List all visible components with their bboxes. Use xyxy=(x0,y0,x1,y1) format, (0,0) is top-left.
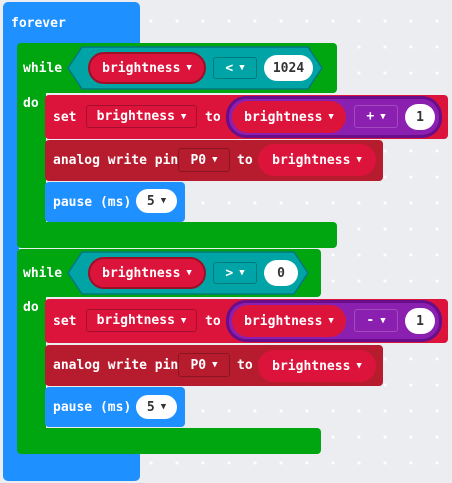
analog-write-label: analog write pin xyxy=(53,153,179,168)
caret-down-icon: ▼ xyxy=(380,111,386,122)
variable-dropdown[interactable]: brightness ▼ xyxy=(86,309,197,332)
operator-dropdown[interactable]: > ▼ xyxy=(213,262,257,284)
caret-down-icon: ▼ xyxy=(356,361,362,371)
do-label: do xyxy=(23,300,39,315)
caret-down-icon: ▼ xyxy=(328,316,334,326)
caret-down-icon: ▼ xyxy=(180,111,187,122)
pause-ms-dropdown[interactable]: 5 ▼ xyxy=(136,189,177,213)
variable-name: brightness xyxy=(96,109,175,124)
operator-symbol: - xyxy=(366,313,375,328)
forever-footer xyxy=(3,452,140,481)
operator-dropdown[interactable]: - ▼ xyxy=(354,309,398,332)
number-input[interactable]: 1024 xyxy=(264,55,313,81)
pause-ms-value: 5 xyxy=(146,399,155,415)
caret-down-icon: ▼ xyxy=(239,268,245,278)
analog-write-label: analog write pin xyxy=(53,358,179,373)
to-label: to xyxy=(205,314,221,329)
operator-symbol: < xyxy=(225,60,234,76)
number-input[interactable]: 1 xyxy=(405,104,435,130)
pause-label: pause (ms) xyxy=(53,400,132,415)
variable-name: brightness xyxy=(272,152,351,168)
variable-name: brightness xyxy=(102,60,181,76)
set-label: set xyxy=(53,110,77,125)
variable-name: brightness xyxy=(244,109,323,125)
variable-dropdown[interactable]: brightness ▼ xyxy=(258,350,376,382)
number-value: 0 xyxy=(277,265,285,281)
number-input[interactable]: 0 xyxy=(264,260,298,286)
caret-down-icon: ▼ xyxy=(186,63,192,73)
number-value: 1024 xyxy=(272,60,305,76)
variable-name: brightness xyxy=(96,313,175,328)
pause-ms-value: 5 xyxy=(146,193,155,209)
operator-symbol: > xyxy=(225,265,234,281)
number-value: 1 xyxy=(416,313,424,329)
operator-dropdown[interactable]: + ▼ xyxy=(354,105,398,128)
caret-down-icon: ▼ xyxy=(212,360,218,370)
while-loop-1-footer xyxy=(17,222,337,248)
variable-dropdown[interactable]: brightness ▼ xyxy=(86,105,197,128)
to-label: to xyxy=(237,153,253,168)
variable-name: brightness xyxy=(272,358,351,374)
to-label: to xyxy=(237,358,253,373)
variable-dropdown[interactable]: brightness ▼ xyxy=(88,257,206,289)
caret-down-icon: ▼ xyxy=(160,402,167,412)
caret-down-icon: ▼ xyxy=(160,196,167,206)
variable-dropdown[interactable]: brightness ▼ xyxy=(232,101,346,133)
pin-dropdown[interactable]: P0 ▼ xyxy=(178,148,230,172)
to-label: to xyxy=(205,110,221,125)
caret-down-icon: ▼ xyxy=(186,268,192,278)
variable-name: brightness xyxy=(244,313,323,329)
variable-dropdown[interactable]: brightness ▼ xyxy=(232,305,346,337)
pin-dropdown[interactable]: P0 ▼ xyxy=(178,353,230,377)
forever-label: forever xyxy=(11,16,66,31)
pause-ms-dropdown[interactable]: 5 ▼ xyxy=(136,395,177,419)
pin-name: P0 xyxy=(190,152,207,168)
caret-down-icon: ▼ xyxy=(212,155,218,165)
operator-dropdown[interactable]: < ▼ xyxy=(213,57,257,79)
pause-label: pause (ms) xyxy=(53,195,132,210)
caret-down-icon: ▼ xyxy=(328,112,334,122)
caret-down-icon: ▼ xyxy=(180,315,187,326)
while-loop-2-footer xyxy=(17,428,321,454)
pin-name: P0 xyxy=(190,357,207,373)
variable-dropdown[interactable]: brightness ▼ xyxy=(88,52,206,84)
number-input[interactable]: 1 xyxy=(405,308,435,334)
number-value: 1 xyxy=(416,109,424,125)
while-label: while xyxy=(23,266,63,281)
set-label: set xyxy=(53,314,77,329)
caret-down-icon: ▼ xyxy=(380,315,386,326)
caret-down-icon: ▼ xyxy=(356,155,362,165)
variable-dropdown[interactable]: brightness ▼ xyxy=(258,144,376,176)
operator-symbol: + xyxy=(366,109,375,124)
while-label: while xyxy=(23,61,63,76)
caret-down-icon: ▼ xyxy=(239,63,245,73)
do-label: do xyxy=(23,96,39,111)
variable-name: brightness xyxy=(102,265,181,281)
